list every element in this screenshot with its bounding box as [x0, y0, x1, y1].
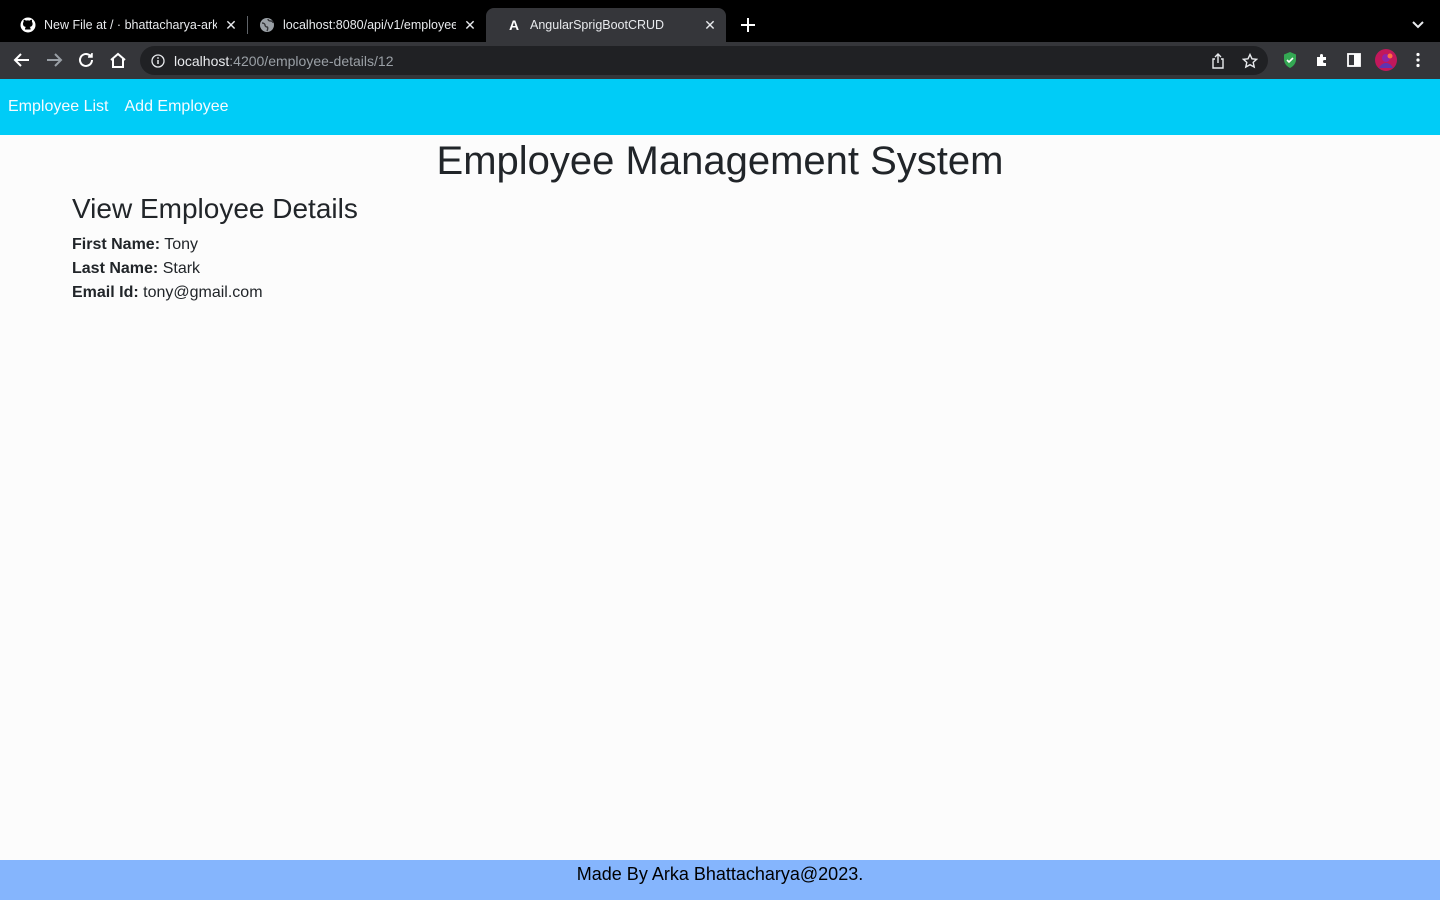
share-icon[interactable]	[1209, 52, 1227, 70]
kebab-menu-icon[interactable]	[1406, 49, 1430, 71]
chevron-down-icon[interactable]	[1408, 15, 1428, 35]
reload-icon[interactable]	[74, 49, 98, 71]
github-icon	[20, 17, 36, 33]
side-panel-icon[interactable]	[1342, 49, 1366, 71]
nav-employee-list[interactable]: Employee List	[8, 98, 109, 116]
tab-title: New File at / · bhattacharya-ark	[44, 18, 217, 32]
detail-value: Tony	[164, 236, 198, 253]
close-icon[interactable]: ✕	[702, 17, 718, 33]
globe-icon	[259, 17, 275, 33]
svg-text:A: A	[509, 17, 519, 33]
browser-tab-api[interactable]: localhost:8080/api/v1/employee ✕	[239, 8, 486, 42]
url-text: localhost:4200/employee-details/12	[174, 53, 394, 69]
footer: Made By Arka Bhattacharya@2023.	[0, 860, 1440, 900]
back-arrow-icon[interactable]	[10, 49, 34, 71]
avatar[interactable]	[1374, 49, 1398, 71]
close-icon[interactable]: ✕	[462, 17, 478, 33]
page-title: Employee Management System	[436, 139, 1004, 183]
detail-value: tony@gmail.com	[143, 284, 263, 301]
browser-tab-github[interactable]: New File at / · bhattacharya-ark ✕	[0, 8, 247, 42]
detail-first-name: First Name: Tony	[72, 233, 198, 257]
nav-add-employee[interactable]: Add Employee	[125, 98, 229, 116]
tab-title: localhost:8080/api/v1/employee	[283, 18, 456, 32]
close-icon[interactable]: ✕	[223, 17, 239, 33]
browser-tab-strip: New File at / · bhattacharya-ark ✕ local…	[0, 0, 1440, 42]
detail-last-name: Last Name: Stark	[72, 257, 200, 281]
section-title: View Employee Details	[72, 193, 358, 224]
detail-label: Last Name:	[72, 260, 159, 277]
url-path: :4200/employee-details/12	[229, 52, 394, 69]
forward-arrow-icon[interactable]	[42, 49, 66, 71]
tab-title: AngularSprigBootCRUD	[530, 18, 665, 32]
detail-value: Stark	[162, 260, 201, 277]
browser-tab-angular[interactable]: A AngularSprigBootCRUD ✕	[486, 8, 726, 42]
detail-email: Email Id: tony@gmail.com	[72, 281, 263, 305]
detail-label: First Name:	[72, 236, 161, 253]
address-bar[interactable]: localhost:4200/employee-details/12	[140, 46, 1268, 75]
shield-icon[interactable]	[1278, 49, 1302, 71]
info-icon[interactable]	[150, 53, 166, 69]
new-tab-icon[interactable]	[737, 14, 759, 36]
app-navbar: Employee List Add Employee	[0, 79, 1440, 135]
footer-text: Made By Arka Bhattacharya@2023.	[576, 863, 864, 884]
url-host: localhost	[174, 52, 230, 69]
puzzle-icon[interactable]	[1310, 49, 1334, 71]
angular-icon: A	[506, 17, 522, 33]
browser-toolbar: localhost:4200/employee-details/12	[0, 42, 1440, 79]
detail-label: Email Id:	[72, 284, 139, 301]
home-icon[interactable]	[106, 49, 130, 71]
star-icon[interactable]	[1241, 52, 1259, 70]
